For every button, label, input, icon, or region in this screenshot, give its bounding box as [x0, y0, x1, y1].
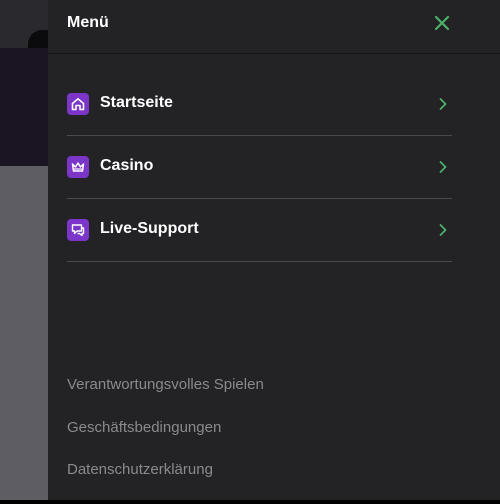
drawer-title: Menü: [67, 14, 109, 31]
menu-item-label: Startseite: [100, 94, 173, 111]
background-content: [0, 166, 48, 500]
menu-drawer: Menü Startseite Casino Live-Support Vera…: [48, 0, 500, 500]
menu-list: Startseite Casino Live-Support: [67, 73, 452, 262]
menu-item-label: Casino: [100, 157, 154, 174]
menu-item-label: Live-Support: [100, 220, 199, 237]
menu-item-live-support[interactable]: Live-Support: [67, 199, 452, 262]
background-banner: [0, 48, 48, 166]
menu-item-casino[interactable]: Casino: [67, 136, 452, 199]
drawer-header: Menü: [48, 0, 500, 54]
menu-item-startseite[interactable]: Startseite: [67, 73, 452, 136]
footer-links: Verantwortungsvolles Spielen Geschäftsbe…: [67, 376, 264, 504]
chat-icon: [67, 219, 89, 241]
footer-link-privacy[interactable]: Datenschutzerklärung: [67, 461, 264, 504]
chevron-right-icon: [439, 161, 447, 173]
footer-link-terms[interactable]: Geschäftsbedingungen: [67, 419, 264, 462]
chevron-right-icon: [439, 98, 447, 110]
chevron-right-icon: [439, 224, 447, 236]
close-icon: [434, 15, 450, 31]
home-icon: [67, 93, 89, 115]
footer-link-responsible-gaming[interactable]: Verantwortungsvolles Spielen: [67, 376, 264, 419]
close-button[interactable]: [432, 13, 452, 33]
crown-icon: [67, 156, 89, 178]
